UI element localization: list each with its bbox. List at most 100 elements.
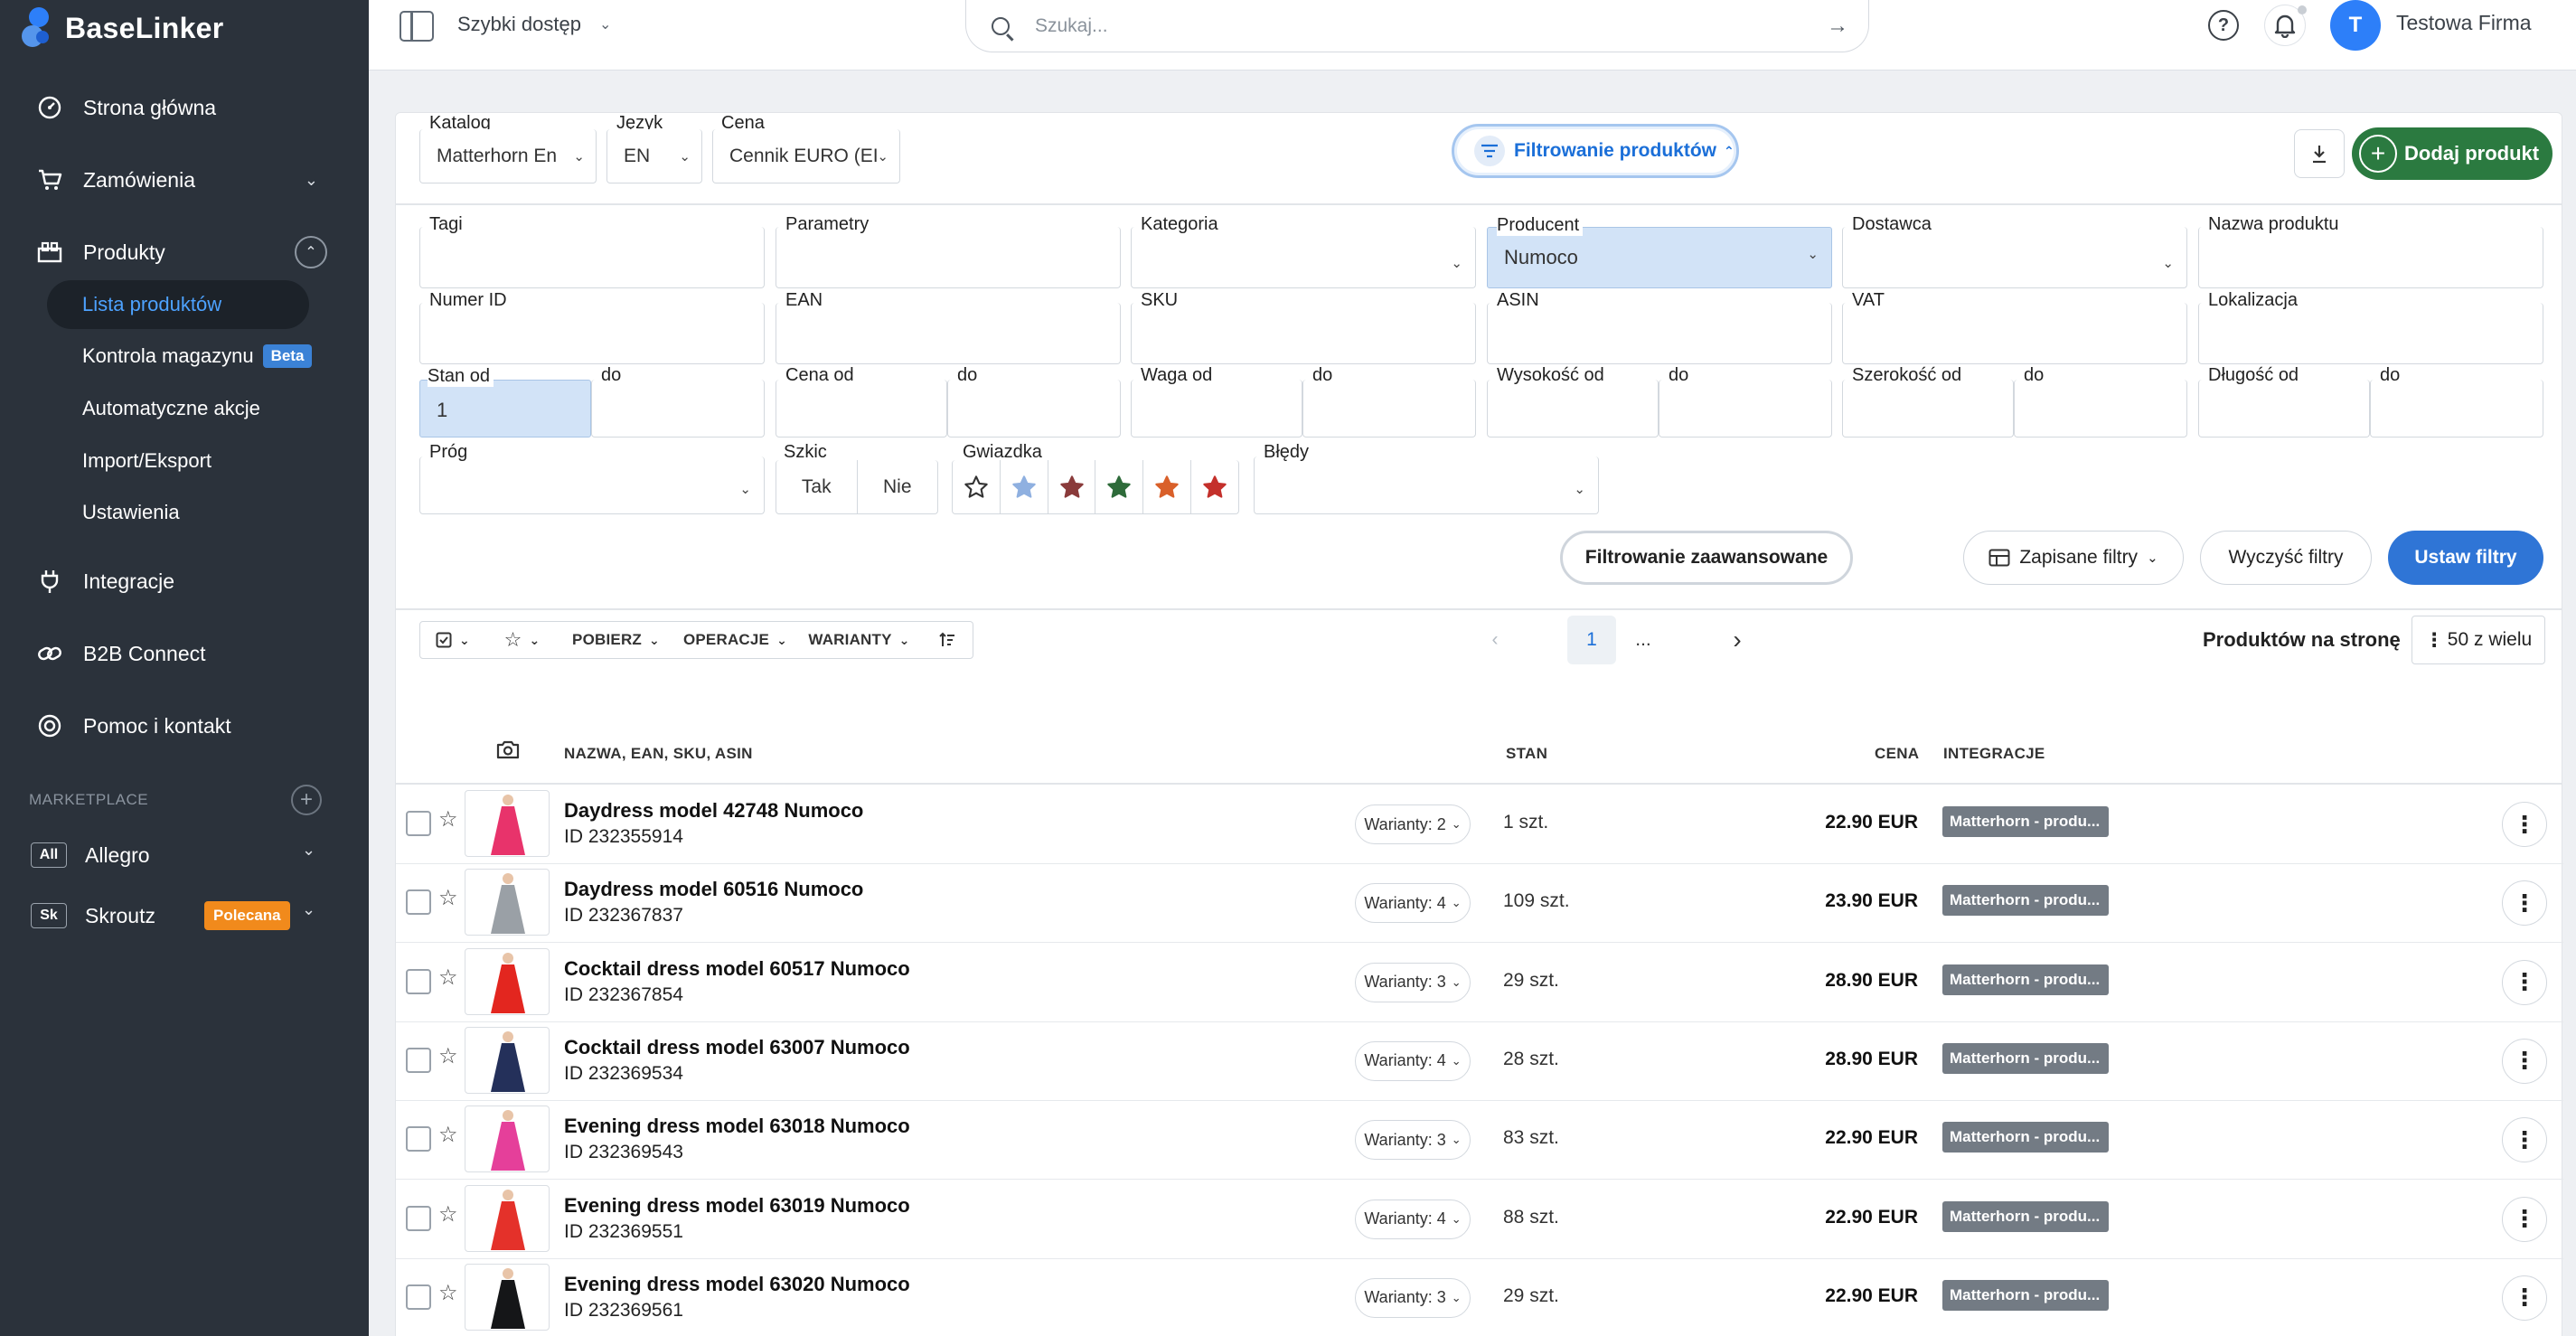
table-row[interactable]: ☆ Evening dress model 63020 Numoco ID 23… (396, 1258, 2563, 1336)
product-thumbnail[interactable] (465, 1105, 550, 1173)
catalog-select[interactable]: Matterhorn En ⌄ (419, 129, 597, 183)
sidebar-toggle-icon[interactable] (400, 11, 434, 42)
integration-badge[interactable]: Matterhorn - produ... (1942, 885, 2109, 917)
download-button[interactable] (2294, 129, 2345, 178)
table-row[interactable]: ☆ Daydress model 60516 Numoco ID 2323678… (396, 863, 2563, 944)
product-price[interactable]: 28.90 EUR (1779, 1049, 1918, 1070)
add-product-button[interactable]: + Dodaj produkt (2352, 127, 2552, 180)
errors-select[interactable]: Błędy ⌄ (1254, 442, 1599, 514)
star-dropdown[interactable]: ☆ ⌄ (485, 621, 559, 659)
product-price[interactable]: 22.90 EUR (1779, 1207, 1918, 1228)
apply-filters-button[interactable]: Ustaw filtry (2388, 531, 2543, 585)
product-name[interactable]: Evening dress model 63018 Numoco (564, 1115, 910, 1138)
row-checkbox[interactable] (406, 1047, 431, 1073)
draft-yes-option[interactable]: Tak (776, 460, 858, 513)
tags-field[interactable]: Tagi (419, 214, 765, 288)
product-stock[interactable]: 109 szt. (1503, 890, 1570, 912)
column-header-stock[interactable]: STAN (1506, 745, 1547, 763)
length-from-field[interactable]: Długość od (2198, 365, 2370, 437)
product-stock[interactable]: 29 szt. (1503, 970, 1559, 992)
quick-access[interactable]: Szybki dostęp ⌄ (457, 13, 611, 36)
next-page-icon[interactable]: › (1719, 616, 1755, 664)
product-stock[interactable]: 29 szt. (1503, 1285, 1559, 1307)
vat-field[interactable]: VAT (1842, 290, 2187, 364)
sub-item-settings[interactable]: Ustawienia (82, 490, 180, 535)
star-icon[interactable]: ☆ (438, 1043, 458, 1069)
height-from-field[interactable]: Wysokość od (1487, 365, 1659, 437)
product-name[interactable]: Evening dress model 63020 Numoco (564, 1273, 910, 1296)
nav-item-products[interactable]: Produkty ⌃ (0, 225, 369, 279)
star-option-4[interactable] (1095, 460, 1144, 513)
product-price[interactable]: 22.90 EUR (1779, 1127, 1918, 1149)
width-from-field[interactable]: Szerokość od (1842, 365, 2014, 437)
column-header-price[interactable]: CENA (1875, 745, 1919, 763)
price-list-select[interactable]: Cennik EURO (EI ⌄ (712, 129, 900, 183)
row-checkbox[interactable] (406, 811, 431, 836)
operations-dropdown[interactable]: OPERACJE ⌄ (673, 621, 798, 659)
product-name[interactable]: Cocktail dress model 63007 Numoco (564, 1036, 910, 1059)
star-option-1[interactable] (953, 460, 1001, 513)
sub-item-auto-actions[interactable]: Automatyczne akcje (82, 386, 260, 431)
parameters-field[interactable]: Parametry (776, 214, 1121, 288)
star-option-5[interactable] (1143, 460, 1192, 513)
more-options-icon[interactable]: ⋮ (2502, 802, 2547, 847)
integration-badge[interactable]: Matterhorn - produ... (1942, 806, 2109, 837)
variants-dropdown[interactable]: Warianty: 3 ⌄ (1355, 962, 1471, 1002)
product-thumbnail[interactable] (465, 1026, 550, 1094)
sku-field[interactable]: SKU (1131, 290, 1476, 364)
filter-products-toggle[interactable]: Filtrowanie produktów ⌃ (1452, 124, 1739, 178)
table-row[interactable]: ☆ Daydress model 42748 Numoco ID 2323559… (396, 785, 2563, 864)
advanced-filtering-button[interactable]: Filtrowanie zaawansowane (1560, 531, 1853, 585)
table-row[interactable]: ☆ Cocktail dress model 63007 Numoco ID 2… (396, 1021, 2563, 1101)
variants-dropdown[interactable]: Warianty: 3 ⌄ (1355, 1277, 1471, 1318)
product-thumbnail[interactable] (465, 790, 550, 857)
variants-dropdown[interactable]: WARIANTY ⌄ (797, 621, 922, 659)
page-1-button[interactable]: 1 (1567, 616, 1616, 664)
ean-field[interactable]: EAN (776, 290, 1121, 364)
star-option-6[interactable] (1191, 460, 1238, 513)
nav-item-integrations[interactable]: Integracje (0, 554, 369, 608)
nav-item-orders[interactable]: Zamówienia ⌄ (0, 153, 369, 207)
width-to-field[interactable]: do (2014, 365, 2187, 437)
star-icon[interactable]: ☆ (438, 1280, 458, 1306)
table-row[interactable]: ☆ Cocktail dress model 60517 Numoco ID 2… (396, 943, 2563, 1022)
product-name[interactable]: Evening dress model 63019 Numoco (564, 1194, 910, 1218)
id-number-field[interactable]: Numer ID (419, 290, 765, 364)
weight-to-field[interactable]: do (1302, 365, 1476, 437)
chevron-up-icon[interactable]: ⌃ (295, 236, 327, 268)
language-select[interactable]: EN ⌄ (606, 129, 702, 183)
arrow-right-icon[interactable]: → (1827, 14, 1848, 39)
download-dropdown[interactable]: POBIERZ ⌄ (559, 621, 674, 659)
marketplace-item-skroutz[interactable]: Sk Skroutz Polecana (31, 893, 290, 938)
product-thumbnail[interactable] (465, 1263, 550, 1331)
integration-badge[interactable]: Matterhorn - produ... (1942, 1122, 2109, 1153)
star-option-3[interactable] (1048, 460, 1096, 513)
nav-item-help[interactable]: Pomoc i kontakt (0, 699, 369, 753)
nav-item-b2b[interactable]: B2B Connect (0, 626, 369, 681)
category-select[interactable]: Kategoria ⌄ (1131, 214, 1476, 288)
variants-dropdown[interactable]: Warianty: 4 ⌄ (1355, 883, 1471, 924)
producer-select[interactable]: Producent Numoco ⌄ (1487, 215, 1832, 288)
clear-filters-button[interactable]: Wyczyść filtry (2200, 531, 2372, 585)
sub-item-warehouse[interactable]: Kontrola magazynu Beta (82, 334, 313, 379)
logo[interactable]: BaseLinker (20, 4, 224, 52)
table-row[interactable]: ☆ Evening dress model 63019 Numoco ID 23… (396, 1180, 2563, 1259)
search-input[interactable] (1035, 14, 1812, 37)
integration-badge[interactable]: Matterhorn - produ... (1942, 1200, 2109, 1232)
star-icon[interactable]: ☆ (438, 1201, 458, 1228)
more-options-icon[interactable]: ⋮ (2502, 1038, 2547, 1084)
row-checkbox[interactable] (406, 1284, 431, 1310)
column-header-name[interactable]: NAZWA, EAN, SKU, ASIN (564, 745, 753, 763)
per-page-select[interactable]: ⋮ 50 z wielu (2411, 616, 2545, 664)
chevron-down-icon[interactable]: ⌄ (302, 900, 315, 919)
product-name[interactable]: Daydress model 60516 Numoco (564, 878, 863, 901)
product-price[interactable]: 22.90 EUR (1779, 812, 1918, 833)
supplier-select[interactable]: Dostawca ⌄ (1842, 214, 2187, 288)
product-thumbnail[interactable] (465, 947, 550, 1015)
more-options-icon[interactable]: ⋮ (2502, 1117, 2547, 1163)
star-icon[interactable]: ☆ (438, 1122, 458, 1148)
variants-dropdown[interactable]: Warianty: 3 ⌄ (1355, 1120, 1471, 1161)
product-stock[interactable]: 83 szt. (1503, 1127, 1559, 1149)
draft-no-option[interactable]: Nie (858, 460, 938, 513)
weight-from-field[interactable]: Waga od (1131, 365, 1302, 437)
